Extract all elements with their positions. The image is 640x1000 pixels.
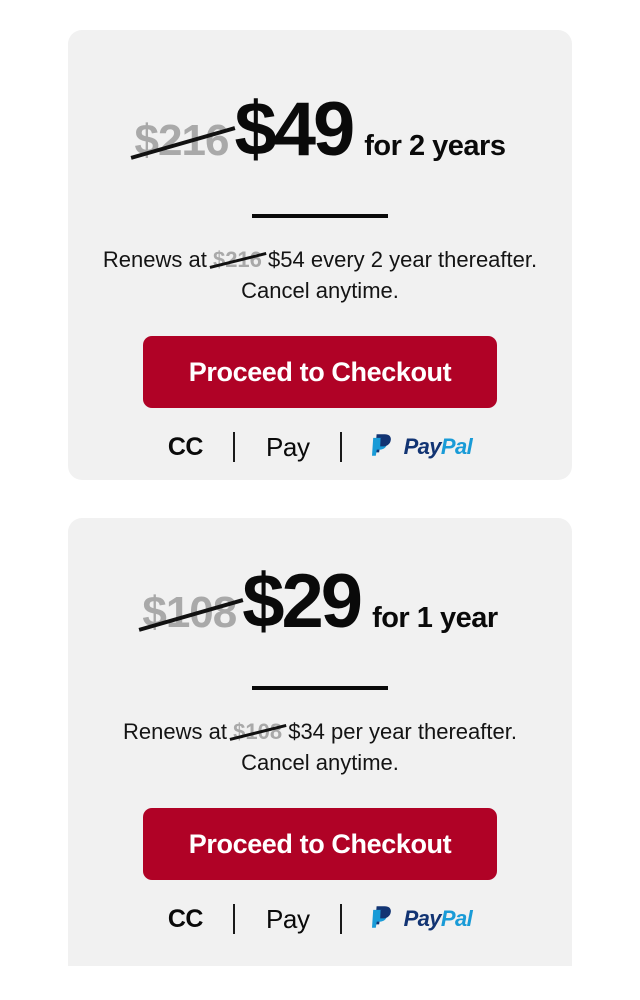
- payment-methods: CC Pay PayPal: [68, 430, 572, 464]
- proceed-to-checkout-button[interactable]: Proceed to Checkout: [143, 808, 497, 880]
- paypal-label: PayPal: [404, 906, 473, 932]
- renewal-text: Renews at $108 $34 per year thereafter. …: [68, 716, 572, 778]
- cancel-anytime-text: Cancel anytime.: [241, 278, 399, 303]
- pricing-card-2-year: $216 $49 for 2 years Renews at $216 $54 …: [68, 30, 572, 480]
- payment-option-paypal[interactable]: PayPal: [371, 902, 473, 936]
- renewal-suffix: every 2 year thereafter.: [310, 247, 538, 272]
- divider-wrap: [68, 214, 572, 218]
- payment-option-credit-card[interactable]: CC: [167, 430, 204, 464]
- pricing-card-1-year: $108 $29 for 1 year Renews at $108 $34 p…: [68, 518, 572, 966]
- divider-wrap: [68, 686, 572, 690]
- apple-pay-label: Pay: [265, 903, 310, 934]
- payment-separator: [232, 904, 235, 934]
- paypal-label-light: Pal: [440, 434, 473, 459]
- payment-option-apple-pay[interactable]: Pay: [265, 902, 310, 936]
- price-headline: $216 $49 for 2 years: [68, 30, 572, 168]
- paypal-label-dark: Pay: [403, 906, 442, 931]
- renewal-current-price: $34: [288, 719, 325, 744]
- paypal-icon: [371, 432, 397, 463]
- renewal-prefix: Renews at: [123, 719, 227, 744]
- payment-methods: CC Pay PayPal: [68, 902, 572, 936]
- price-term: for 1 year: [372, 602, 498, 634]
- payment-option-apple-pay[interactable]: Pay: [265, 430, 310, 464]
- cta-wrap: Proceed to Checkout: [68, 336, 572, 408]
- divider: [252, 686, 388, 690]
- renewal-original-price: $216: [209, 244, 267, 275]
- cta-wrap: Proceed to Checkout: [68, 808, 572, 880]
- original-price: $216: [130, 119, 236, 163]
- renewal-text: Renews at $216 $54 every 2 year thereaft…: [68, 244, 572, 306]
- paypal-label-light: Pal: [440, 906, 473, 931]
- payment-separator: [339, 432, 342, 462]
- renewal-suffix: per year thereafter.: [331, 719, 517, 744]
- pricing-page: $216 $49 for 2 years Renews at $216 $54 …: [0, 0, 640, 1000]
- payment-separator: [232, 432, 235, 462]
- paypal-icon: [371, 904, 397, 935]
- current-price: $49: [234, 87, 355, 172]
- payment-option-paypal[interactable]: PayPal: [371, 430, 473, 464]
- current-price: $29: [242, 559, 363, 644]
- paypal-label-dark: Pay: [403, 434, 442, 459]
- credit-card-label: CC: [167, 432, 204, 461]
- original-price: $108: [138, 591, 244, 635]
- paypal-label: PayPal: [404, 434, 473, 460]
- payment-separator: [339, 904, 342, 934]
- credit-card-label: CC: [167, 904, 204, 933]
- payment-option-credit-card[interactable]: CC: [167, 902, 204, 936]
- renewal-current-price: $54: [268, 247, 305, 272]
- renewal-original-price: $108: [229, 716, 287, 747]
- renewal-prefix: Renews at: [102, 247, 207, 272]
- price-headline: $108 $29 for 1 year: [68, 518, 572, 640]
- apple-pay-label: Pay: [265, 431, 310, 462]
- proceed-to-checkout-button[interactable]: Proceed to Checkout: [143, 336, 497, 408]
- cancel-anytime-text: Cancel anytime.: [241, 750, 399, 775]
- price-term: for 2 years: [364, 130, 506, 162]
- divider: [252, 214, 388, 218]
